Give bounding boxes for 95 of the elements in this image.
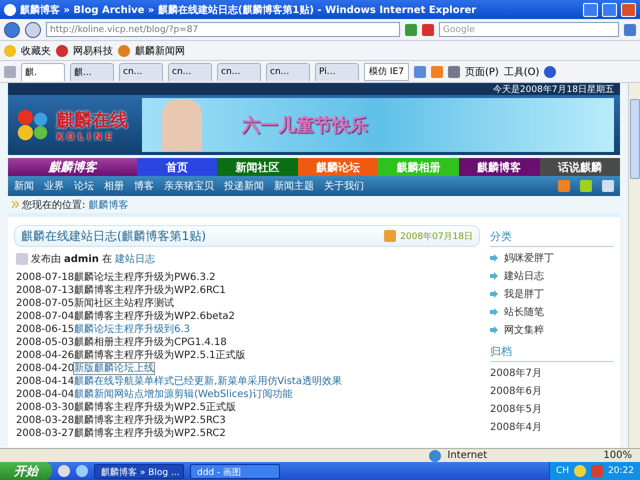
entry-text: 麒麟博客主程序升级为WP2.5.1正式版 — [74, 350, 246, 361]
subnav-link[interactable]: 关于我们 — [324, 179, 364, 193]
subnav-link[interactable]: 博客 — [134, 179, 154, 193]
subnav-link[interactable]: 投递新闻 — [224, 179, 264, 193]
subnav-link[interactable]: 新闻 — [14, 179, 34, 193]
favorites-item[interactable]: 麒麟新闻网 — [135, 44, 185, 58]
category-link[interactable]: 建站日志 — [504, 268, 544, 282]
entry-text: 麒麟博客主程序升级为WP2.5正式版 — [74, 402, 236, 413]
entry-date: 2008-07-18 — [16, 272, 74, 283]
archive-link[interactable]: 2008年4月 — [490, 420, 542, 434]
browser-tab[interactable]: cn... — [266, 62, 310, 80]
entry-text: 麒麟相册主程序升级为CPG1.4.18 — [74, 337, 227, 348]
entry-date: 2008-03-30 — [16, 402, 74, 413]
subnav-link[interactable]: 新闻主题 — [274, 179, 314, 193]
window-title: 麒麟博客 » Blog Archive » 麒麟在线建站日志(麒麟博客第1贴) - Windows Internet Explorer — [20, 3, 478, 16]
entry-date: 2008-06-15 — [16, 324, 74, 335]
clock: 20:22 — [608, 466, 634, 476]
meta-label: 发布由 — [31, 252, 61, 266]
entry-link[interactable]: 麒麟论坛主程序升级到6.3 — [74, 324, 190, 335]
entry-text: 麒麟博客主程序升级为WP2.5RC2 — [74, 428, 226, 439]
entry-date: 2008-07-05 — [16, 298, 74, 309]
entry-date: 2008-05-03 — [16, 337, 74, 348]
subnav-link[interactable]: 论坛 — [74, 179, 94, 193]
browser-tab[interactable]: cn... — [217, 62, 261, 80]
entry-date: 2008-04-04 — [16, 389, 74, 400]
browser-tab[interactable]: 麒. — [21, 62, 65, 80]
archive-link[interactable]: 2008年6月 — [490, 384, 542, 398]
back-button[interactable] — [4, 22, 20, 38]
entry-date: 2008-04-20 — [16, 363, 74, 374]
archive-link[interactable]: 2008年5月 — [490, 402, 542, 416]
zoom-level[interactable]: 100% — [603, 450, 632, 461]
arrow-icon — [490, 308, 498, 316]
category-link[interactable]: 妈咪爱胖丁 — [504, 250, 554, 264]
sidebar-heading: 归档 — [490, 344, 614, 362]
entry-link[interactable]: 麒麟新闻网站点增加源剪辑(WebSlices)订阅功能 — [74, 389, 292, 400]
entry-link[interactable]: 新版麒麟论坛上线 — [74, 363, 154, 374]
entry-text: 麒麟博客主程序升级为WP2.5RC3 — [74, 415, 226, 426]
subnav-link[interactable]: 相册 — [104, 179, 124, 193]
entry-date: 2008-04-26 — [16, 350, 74, 361]
browser-tab[interactable]: 麒... — [70, 62, 114, 80]
mode-button[interactable]: 模仿 IE7 — [364, 62, 409, 80]
post-date: 2008年07月18日 — [400, 230, 473, 242]
taskbar-button[interactable]: ddd - 画图 — [190, 464, 280, 478]
breadcrumb-link[interactable]: 麒麟博客 — [88, 198, 128, 212]
page-menu[interactable]: 页面(P) — [464, 64, 499, 78]
forward-button[interactable] — [25, 22, 41, 38]
entry-date: 2008-03-27 — [16, 428, 74, 439]
arrow-icon — [490, 272, 498, 280]
site-title: 麒麟博客 — [8, 158, 137, 176]
scroll-thumb[interactable] — [630, 99, 640, 179]
entry-text: 新闻社区主站程序测试 — [74, 298, 174, 309]
address-field[interactable]: http://koline.vicp.net/blog/?p=87 — [46, 22, 400, 37]
nav-tab[interactable]: 新闻社区 — [217, 158, 298, 176]
subnav-link[interactable]: 业界 — [44, 179, 64, 193]
entry-date: 2008-03-28 — [16, 415, 74, 426]
author-name: admin — [64, 254, 99, 264]
entry-link[interactable]: 麒麟在线导航菜单样式已经更新,新菜单采用仿Vista透明效果 — [74, 376, 342, 387]
entry-date: 2008-04-14 — [16, 376, 74, 387]
category-link[interactable]: 建站日志 — [114, 252, 155, 266]
browser-tab[interactable]: cn... — [119, 62, 163, 80]
arrow-icon — [490, 254, 498, 262]
subnav-link[interactable]: 亲亲猪宝贝 — [164, 179, 214, 193]
taskbar-button[interactable]: 麒麟博客 » Blog ... — [94, 464, 184, 478]
nav-tab[interactable]: 首页 — [136, 158, 218, 176]
category-link[interactable]: 我是胖丁 — [504, 286, 544, 300]
logo-name: 麒麟在线 — [56, 108, 128, 132]
minimize-button[interactable] — [583, 2, 598, 16]
category-link[interactable]: 网文集粹 — [504, 322, 544, 336]
favorites-item[interactable]: 网易科技 — [73, 44, 113, 58]
meta-label: 在 — [102, 253, 112, 266]
browser-tab[interactable]: cn... — [168, 62, 212, 80]
breadcrumb-label: 您现在的位置: — [22, 198, 86, 212]
browser-tab[interactable]: Pi... — [315, 62, 359, 80]
entry-text: 麒麟博客主程序升级为WP2.6RC1 — [74, 285, 226, 296]
archive-link[interactable]: 2008年7月 — [490, 366, 542, 380]
category-link[interactable]: 站长随笔 — [504, 304, 544, 318]
arrow-icon — [490, 326, 498, 334]
arrow-icon — [490, 290, 498, 298]
entry-date: 2008-07-13 — [16, 285, 74, 296]
zone-label: Internet — [447, 450, 488, 461]
maximize-button[interactable] — [602, 2, 617, 16]
chevron-icon — [12, 201, 19, 208]
post-title: 麒麟在线建站日志(麒麟博客第1贴) — [21, 228, 207, 244]
close-button[interactable] — [621, 2, 636, 16]
favorites-item[interactable]: 收藏夹 — [21, 44, 51, 58]
entry-text: 麒麟论坛主程序升级为PW6.3.2 — [74, 272, 216, 283]
photo-placeholder — [162, 99, 202, 151]
entry-date: 2008-07-04 — [16, 311, 74, 322]
logo-latin: KOLINE — [56, 132, 116, 142]
nav-tab[interactable]: 话说麒麟 — [540, 158, 620, 176]
banner-text: 六一儿童节快乐 — [242, 114, 368, 137]
tools-menu[interactable]: 工具(O) — [504, 64, 540, 78]
nav-tab[interactable]: 麒麟博客 — [458, 158, 540, 176]
sidebar-heading: 分类 — [490, 229, 614, 247]
entry-text: 麒麟博客主程序升级为WP2.6beta2 — [74, 311, 235, 322]
